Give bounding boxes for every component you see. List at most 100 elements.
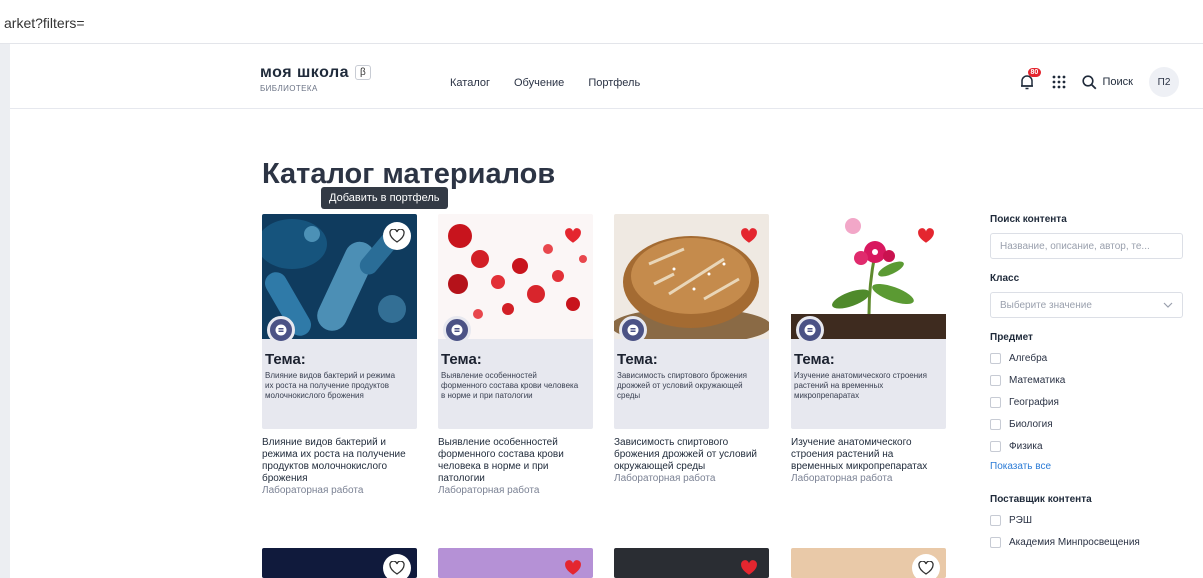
- checkbox-label: РЭШ: [1009, 514, 1033, 526]
- logo-subtitle: БИБЛИОТЕКА: [260, 84, 318, 93]
- nav-learning[interactable]: Обучение: [514, 77, 564, 89]
- card-type: Лабораторная работа: [262, 485, 364, 496]
- checkbox[interactable]: [990, 418, 1001, 430]
- card-type: Лабораторная работа: [614, 473, 716, 484]
- card-type: Лабораторная работа: [791, 473, 893, 484]
- class-select[interactable]: Выберите значение: [990, 292, 1183, 318]
- card-thumbnail[interactable]: Тема: Влияние видов бактерий и режима их…: [262, 214, 417, 429]
- search-icon: [1081, 74, 1096, 89]
- subject-checkbox-algebra[interactable]: Алгебра: [990, 347, 1183, 369]
- card-plate-text: Влияние видов бактерий и режима их роста…: [265, 371, 396, 400]
- material-card[interactable]: [438, 548, 593, 578]
- header-actions: 80 Поиск П2: [1018, 67, 1179, 97]
- notifications-button[interactable]: 80: [1018, 68, 1042, 91]
- card-thumbnail[interactable]: Тема: Изучение анатомического строения р…: [791, 214, 946, 429]
- checkbox-label: Алгебра: [1009, 352, 1048, 364]
- card-description[interactable]: Изучение анатомического строения растени…: [791, 437, 946, 473]
- material-card[interactable]: [262, 548, 417, 578]
- material-card[interactable]: [791, 548, 946, 578]
- class-select-placeholder: Выберите значение: [1000, 299, 1092, 311]
- content-search-label: Поиск контента: [990, 214, 1067, 225]
- checkbox[interactable]: [990, 352, 1001, 364]
- favorite-button[interactable]: [383, 554, 411, 578]
- favorite-button[interactable]: [559, 554, 587, 578]
- favorite-button[interactable]: [735, 554, 763, 578]
- material-card[interactable]: Тема: Изучение анатомического строения р…: [791, 214, 946, 485]
- add-to-portfolio-tooltip: Добавить в портфель: [321, 187, 448, 209]
- card-thumbnail[interactable]: Тема: Зависимость спиртового брожения др…: [614, 214, 769, 429]
- material-card[interactable]: Тема: Выявление особенностей форменного …: [438, 214, 593, 497]
- document-icon: [275, 324, 287, 336]
- card-plate-title: Тема:: [265, 351, 306, 368]
- provider-checkbox-academy[interactable]: Академия Минпросвещения: [990, 531, 1183, 553]
- favorite-button[interactable]: [383, 222, 411, 250]
- content-search-input[interactable]: Название, описание, автор, те...: [990, 233, 1183, 259]
- checkbox[interactable]: [990, 440, 1001, 452]
- checkbox[interactable]: [990, 396, 1001, 408]
- card-plate-text: Зависимость спиртового брожения дрожжей …: [617, 371, 748, 400]
- beta-badge: β: [355, 65, 371, 80]
- heart-outline-icon: [389, 229, 405, 243]
- provider-checkbox-resh[interactable]: РЭШ: [990, 509, 1183, 531]
- subject-checkbox-geography[interactable]: География: [990, 391, 1183, 413]
- subject-checkbox-physics[interactable]: Физика: [990, 435, 1183, 457]
- material-card[interactable]: Тема: Зависимость спиртового брожения др…: [614, 214, 769, 485]
- favorite-button[interactable]: [559, 222, 587, 250]
- left-gutter: [0, 44, 10, 578]
- show-all-subjects-link[interactable]: Показать все: [990, 461, 1183, 472]
- card-plate-text: Изучение анатомического строения растени…: [794, 371, 927, 400]
- material-card[interactable]: Тема: Влияние видов бактерий и режима их…: [262, 214, 417, 497]
- subject-checkbox-biology[interactable]: Биология: [990, 413, 1183, 435]
- site-header: моя школа β БИБЛИОТЕКА Каталог Обучение П…: [10, 49, 1203, 109]
- checkbox-label: Биология: [1009, 418, 1053, 430]
- card-type: Лабораторная работа: [438, 485, 540, 496]
- heart-filled-icon: [918, 228, 934, 243]
- favorite-button[interactable]: [735, 222, 763, 250]
- checkbox[interactable]: [990, 374, 1001, 386]
- material-type-badge: [796, 316, 824, 344]
- logo-title: моя школа: [260, 64, 350, 81]
- material-type-badge: [443, 316, 471, 344]
- checkbox-label: Академия Минпросвещения: [1009, 536, 1140, 548]
- heart-filled-icon: [565, 560, 581, 575]
- material-type-badge: [619, 316, 647, 344]
- checkbox[interactable]: [990, 514, 1001, 526]
- checkbox-label: География: [1009, 396, 1059, 408]
- checkbox-label: Математика: [1009, 374, 1066, 386]
- chevron-down-icon: [1163, 302, 1173, 308]
- class-label: Класс: [990, 273, 1020, 284]
- heart-filled-icon: [565, 228, 581, 243]
- avatar[interactable]: П2: [1149, 67, 1179, 97]
- header-search-button[interactable]: Поиск: [1081, 74, 1133, 90]
- notifications-badge: 80: [1027, 68, 1042, 77]
- subject-checkbox-math[interactable]: Математика: [990, 369, 1183, 391]
- nav-catalog[interactable]: Каталог: [450, 77, 490, 89]
- browser-address-bar[interactable]: arket?filters=: [0, 0, 1203, 44]
- logo[interactable]: моя школа β БИБЛИОТЕКА: [260, 64, 371, 93]
- favorite-button[interactable]: [912, 222, 940, 250]
- card-description[interactable]: Влияние видов бактерий и режима их роста…: [262, 437, 417, 485]
- provider-label: Поставщик контента: [990, 494, 1092, 505]
- material-card[interactable]: [614, 548, 769, 578]
- document-icon: [451, 324, 463, 336]
- nav-portfolio[interactable]: Портфель: [588, 77, 640, 89]
- apps-grid-icon[interactable]: [1052, 75, 1066, 89]
- card-plate-title: Тема:: [617, 351, 658, 368]
- checkbox-label: Физика: [1009, 440, 1043, 452]
- card-description[interactable]: Выявление особенностей форменного состав…: [438, 437, 593, 485]
- content-search-placeholder: Название, описание, автор, те...: [1000, 240, 1150, 252]
- card-description[interactable]: Зависимость спиртового брожения дрожжей …: [614, 437, 769, 473]
- checkbox[interactable]: [990, 536, 1001, 548]
- heart-outline-icon: [389, 561, 405, 575]
- heart-filled-icon: [741, 560, 757, 575]
- card-plate-text: Выявление особенностей форменного состав…: [441, 371, 579, 400]
- heart-filled-icon: [741, 228, 757, 243]
- favorite-button[interactable]: [912, 554, 940, 578]
- card-thumbnail[interactable]: Тема: Выявление особенностей форменного …: [438, 214, 593, 429]
- card-plate-title: Тема:: [794, 351, 835, 368]
- main-nav: Каталог Обучение Портфель: [450, 77, 640, 89]
- heart-outline-icon: [918, 561, 934, 575]
- subject-label: Предмет: [990, 332, 1033, 343]
- url-text[interactable]: arket?filters=: [4, 15, 85, 31]
- filters-sidebar: Поиск контента Название, описание, автор…: [990, 214, 1183, 553]
